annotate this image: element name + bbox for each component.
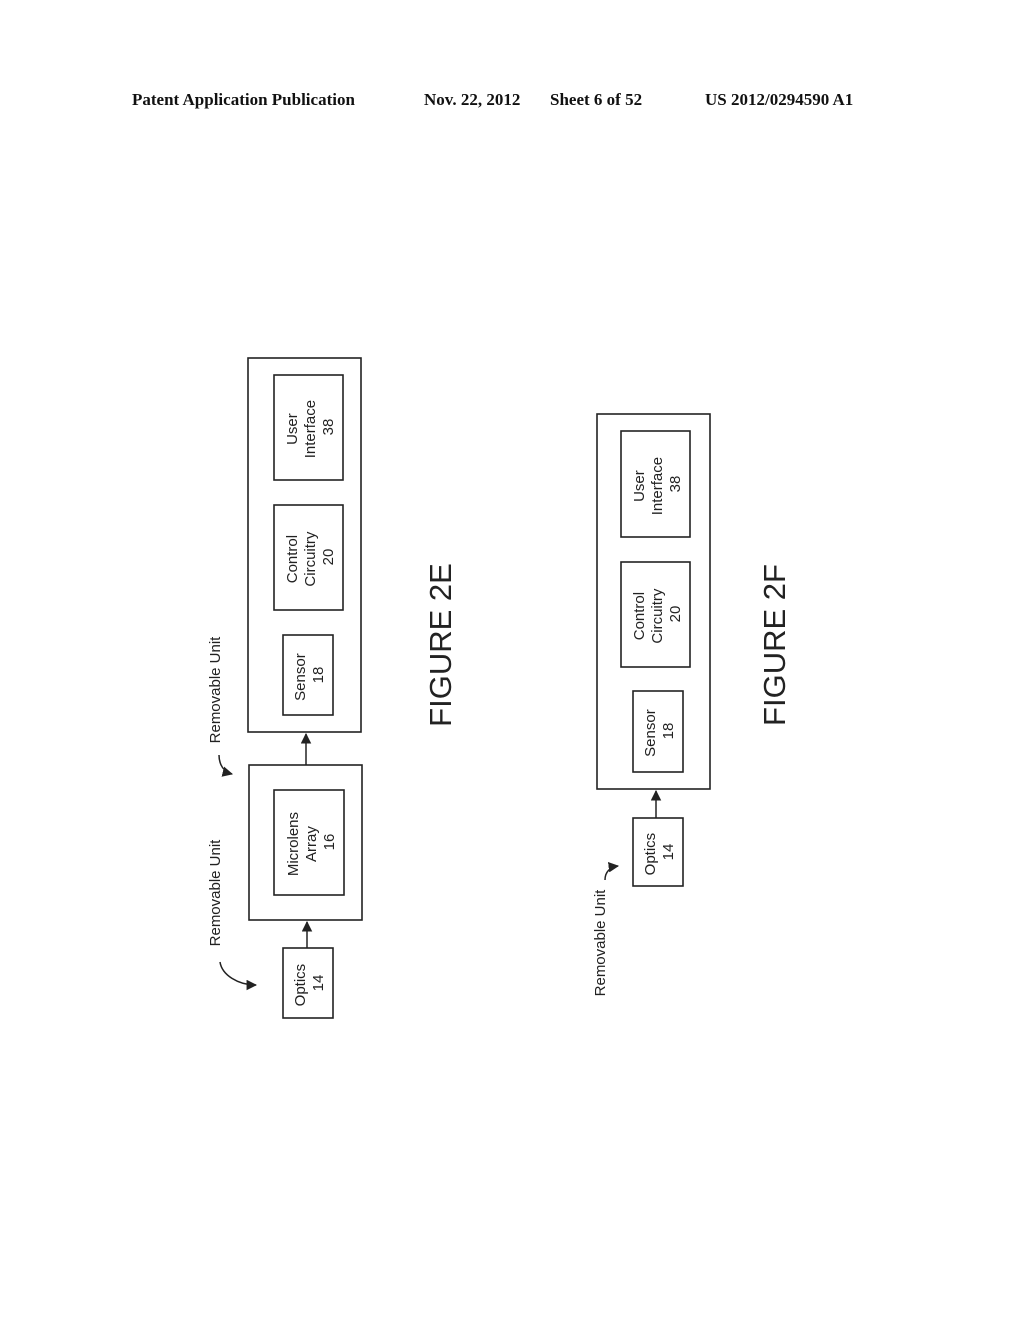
optics-block: Optics 14 <box>282 947 334 1019</box>
figure-caption: FIGURE 2E <box>423 563 458 727</box>
ref-number: 38 <box>320 419 337 436</box>
label: Control <box>631 592 648 640</box>
removable-unit-label: Removable Unit <box>207 839 224 947</box>
label: Array <box>303 826 320 862</box>
control-circuitry-block: Control Circuitry 20 <box>620 561 691 668</box>
ref-number: 20 <box>667 606 684 623</box>
removable-unit-label: Removable Unit <box>207 636 224 744</box>
label: Sensor <box>642 709 659 757</box>
svg-text:Control Circuitry: Control Circuitry 20 <box>631 584 684 643</box>
ref-number: 18 <box>310 667 327 684</box>
label: Optics <box>642 833 659 876</box>
label: Control <box>284 535 301 583</box>
svg-text:Microlens Array: Microlens Array 16 <box>285 808 338 876</box>
label: User <box>631 470 648 502</box>
label: Sensor <box>292 653 309 701</box>
ref-number: 20 <box>320 549 337 566</box>
label: Interface <box>302 400 319 458</box>
figure-canvas: User Interface 38 Control Circuitry 20 S… <box>207 357 792 1019</box>
figure-caption: FIGURE 2F <box>757 564 792 726</box>
figure-2e: User Interface 38 Control Circuitry 20 S… <box>207 357 458 1019</box>
optics-block: Optics 14 <box>632 817 684 887</box>
removable-unit-label: Removable Unit <box>592 889 609 997</box>
svg-text:Optics 14: Optics 14 <box>642 829 677 876</box>
label: Circuitry <box>649 588 666 643</box>
ref-number: 14 <box>660 844 677 861</box>
ref-number: 18 <box>660 723 677 740</box>
curved-arrow-icon <box>218 754 234 777</box>
ref-number: 16 <box>321 834 338 851</box>
label: Interface <box>649 457 666 515</box>
label: Optics <box>292 964 309 1007</box>
ref-number: 14 <box>310 975 327 992</box>
label: Circuitry <box>302 531 319 586</box>
svg-text:User Interface: User Interface 38 <box>284 396 337 459</box>
sensor-block: Sensor 18 <box>632 690 684 773</box>
microlens-array-block: Microlens Array 16 <box>273 789 345 896</box>
label: Microlens <box>285 812 302 876</box>
curved-arrow-icon <box>604 861 620 881</box>
svg-text:Optics 14: Optics 14 <box>292 960 327 1007</box>
svg-text:User Interface: User Interface 38 <box>631 453 684 516</box>
svg-text:Control Circuitry: Control Circuitry 20 <box>284 527 337 586</box>
figure-2f: User Interface 38 Control Circuitry 20 S… <box>592 413 792 997</box>
label: User <box>284 413 301 445</box>
curved-arrow-icon <box>219 961 258 991</box>
svg-text:Sensor 18: Sensor 18 <box>642 705 677 757</box>
svg-text:Sensor 18: Sensor 18 <box>292 649 327 701</box>
user-interface-block: User Interface 38 <box>273 374 344 481</box>
control-circuitry-block: Control Circuitry 20 <box>273 504 344 611</box>
ref-number: 38 <box>667 476 684 493</box>
sensor-block: Sensor 18 <box>282 634 334 716</box>
user-interface-block: User Interface 38 <box>620 430 691 538</box>
